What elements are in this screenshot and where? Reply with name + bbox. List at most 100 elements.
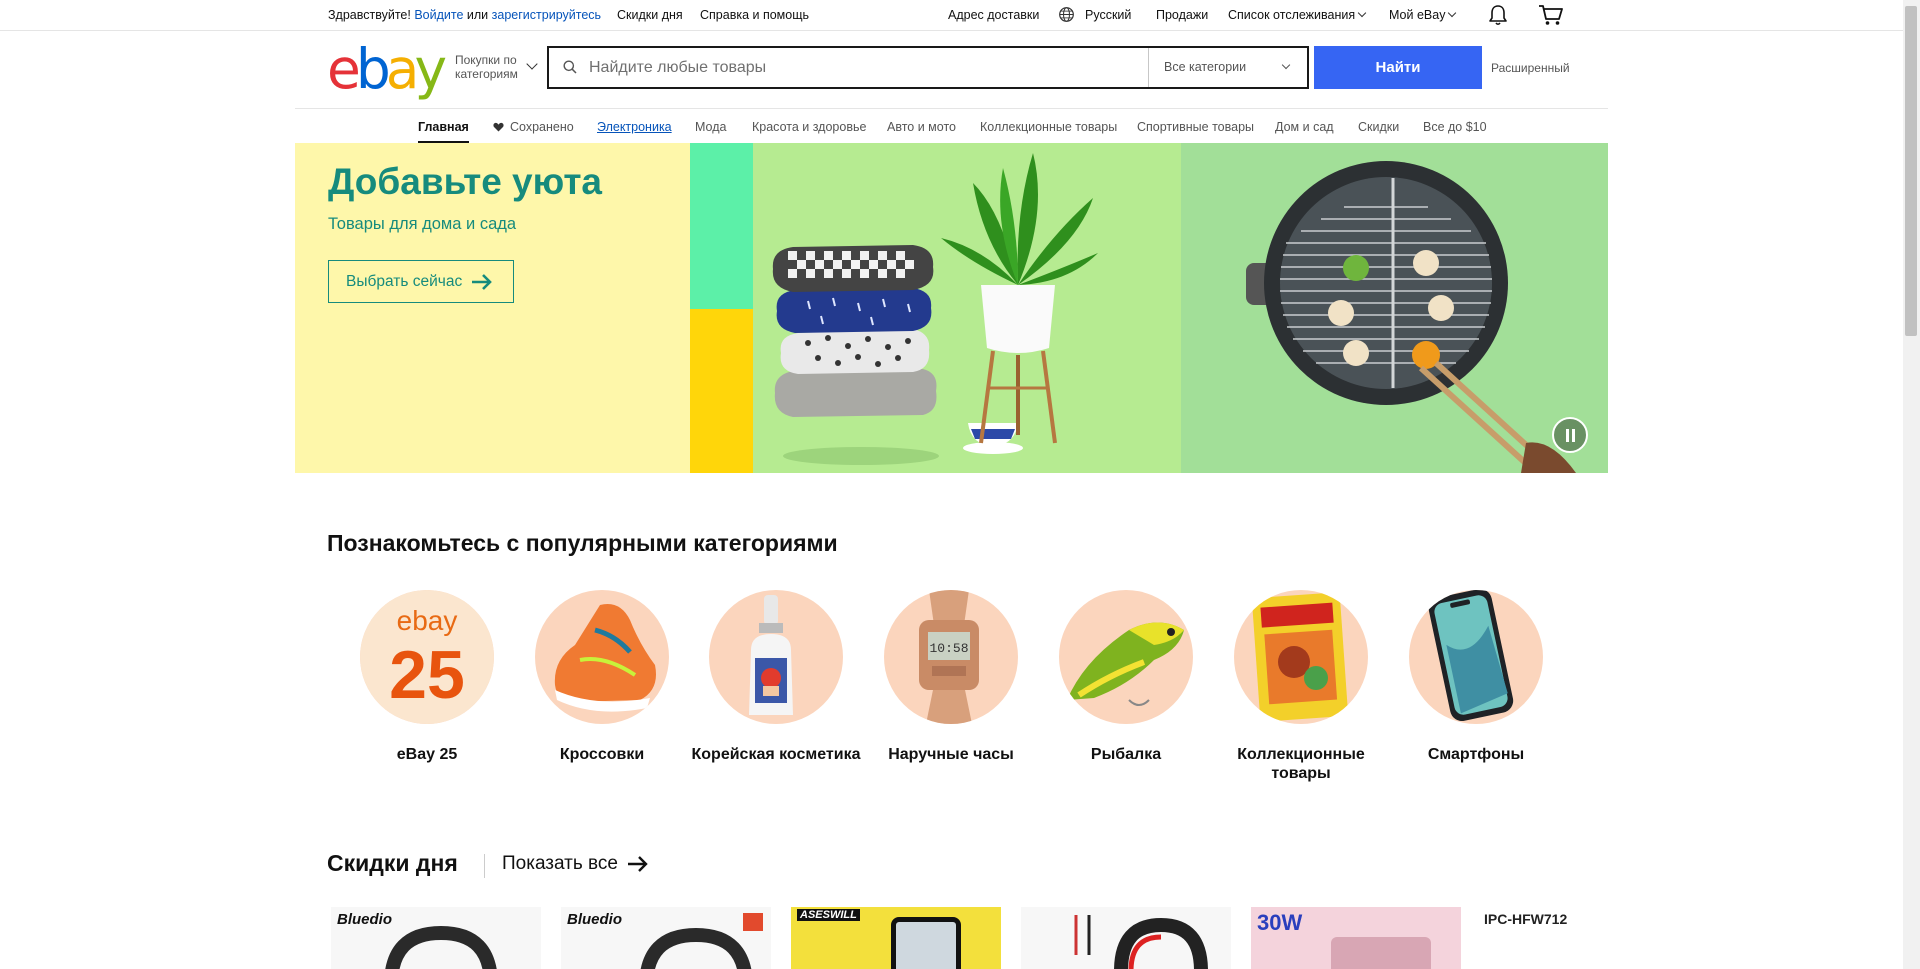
logo-letter-e: e — [327, 37, 361, 101]
show-all-label: Показать все — [502, 853, 618, 874]
hero-banner[interactable]: Добавьте уюта Товары для дома и сада Выб… — [295, 143, 1608, 473]
smartphone-icon — [1409, 590, 1543, 724]
deal-brand: ASESWILL — [797, 909, 860, 921]
shop-by-line2: категориям — [455, 67, 518, 81]
ebay25-number-text: 25 — [389, 637, 465, 713]
deal-card[interactable] — [1021, 907, 1231, 969]
logo-letter-y: y — [414, 37, 446, 101]
charger-icon — [1331, 937, 1431, 969]
categories-title: Познакомьтесь с популярными категориями — [327, 530, 838, 556]
help-link[interactable]: Справка и помощь — [700, 8, 809, 22]
category-label: Наручные часы — [888, 746, 1014, 763]
deal-card[interactable]: Bluedio — [331, 907, 541, 969]
category-label: Корейская косметика — [691, 746, 861, 763]
fishing-lure-icon — [1059, 590, 1193, 724]
daily-deals-link[interactable]: Скидки дня — [617, 8, 683, 22]
category-select-value: Все категории — [1164, 60, 1247, 74]
sneaker-icon — [535, 590, 669, 724]
bell-icon[interactable] — [1488, 4, 1508, 29]
hero-shop-button-label: Выбрать сейчас — [346, 272, 463, 290]
search-button[interactable]: Найти — [1314, 46, 1482, 89]
ebay25-logo-text: ebay — [397, 605, 458, 636]
nav-collectibles[interactable]: Коллекционные товары — [980, 120, 1117, 134]
chevron-down-icon — [1281, 60, 1291, 70]
category-select[interactable]: Все категории — [1148, 48, 1309, 87]
deal-brand: IPC-HFW712 — [1484, 911, 1568, 927]
language-link[interactable]: Русский — [1085, 8, 1131, 22]
deal-card[interactable]: ASESWILL — [791, 907, 1001, 969]
nav-home-garden[interactable]: Дом и сад — [1275, 120, 1334, 134]
shop-by-line1: Покупки по — [455, 53, 517, 67]
show-all-deals-link[interactable]: Показать все — [502, 853, 649, 875]
svg-text:10:58: 10:58 — [929, 641, 968, 656]
nav-fashion[interactable]: Мода — [695, 120, 726, 134]
deal-brand: Bluedio — [567, 911, 622, 928]
category-label: eBay 25 — [396, 746, 458, 763]
logo-letter-b: b — [355, 37, 391, 101]
ship-to-link[interactable]: Адрес доставки — [948, 8, 1039, 22]
chevron-down-icon — [1448, 8, 1457, 18]
deals-divider — [484, 854, 485, 878]
advanced-search-link[interactable]: Расширенный — [1491, 61, 1570, 75]
hero-subtitle: Товары для дома и сада — [328, 215, 517, 233]
cosmetics-bottle-icon — [709, 590, 843, 724]
watchlist-link[interactable]: Список отслеживания — [1228, 8, 1367, 22]
search-input[interactable] — [589, 56, 1089, 80]
scrollbar-thumb[interactable] — [1905, 6, 1917, 336]
sell-link[interactable]: Продажи — [1156, 8, 1208, 22]
watchlist-label: Список отслеживания — [1228, 8, 1356, 22]
nav-deals[interactable]: Скидки — [1358, 120, 1399, 134]
signin-link[interactable]: Войдите — [414, 8, 463, 22]
pause-icon[interactable] — [1552, 417, 1588, 453]
headphones-icon — [640, 927, 752, 969]
nav-saved[interactable]: Сохранено — [493, 120, 574, 134]
deal-card[interactable]: IPC-HFW712 — [1481, 907, 1576, 969]
hero-stripe-yellow — [690, 309, 753, 473]
nav-saved-label: Сохранено — [510, 120, 574, 134]
hero-image-grill — [1181, 143, 1608, 473]
heart-icon — [493, 122, 504, 132]
register-link[interactable]: зарегистрируйтесь — [492, 8, 601, 22]
greeting: Здравствуйте! Войдите или зарегистрируйт… — [328, 8, 601, 22]
hero-image-pillows-plant — [753, 143, 1181, 473]
nav-home[interactable]: Главная — [418, 120, 469, 143]
ebay-logo[interactable]: ebay — [327, 42, 447, 97]
globe-icon — [1058, 6, 1075, 26]
my-ebay-label: Мой eBay — [1389, 8, 1446, 22]
nav-motors[interactable]: Авто и мото — [887, 120, 956, 134]
page-scrollbar[interactable] — [1903, 0, 1920, 969]
my-ebay-link[interactable]: Мой eBay — [1389, 8, 1457, 22]
hero-shop-button[interactable]: Выбрать сейчас — [328, 260, 514, 303]
nav-sporting-goods[interactable]: Спортивные товары — [1137, 120, 1254, 134]
cart-icon[interactable] — [1538, 4, 1563, 29]
headphones-icon — [385, 925, 497, 969]
logo-letter-a: a — [385, 37, 420, 101]
greeting-text: Здравствуйте! — [328, 8, 411, 22]
nav-health-beauty[interactable]: Красота и здоровье — [752, 120, 866, 134]
nav-divider — [295, 108, 1608, 109]
category-label: Коллекционные товары — [1237, 746, 1365, 782]
hero-title: Добавьте уюта — [328, 161, 603, 202]
deal-card[interactable]: 30W — [1251, 907, 1461, 969]
category-label: Рыбалка — [1090, 746, 1162, 763]
comic-book-icon — [1234, 590, 1368, 724]
shop-by-category-button[interactable]: Покупки по категориям — [455, 53, 518, 81]
category-label: Смартфоны — [1427, 746, 1525, 763]
ebay25-icon: ebay 25 — [360, 590, 494, 724]
watch-icon: 10:58 — [884, 590, 1018, 724]
search-box: Все категории — [547, 46, 1309, 89]
nav-under-10[interactable]: Все до $10 — [1423, 120, 1487, 134]
arrow-right-icon — [472, 273, 493, 290]
category-label: Кроссовки — [559, 746, 645, 763]
hero-stripe-green — [690, 143, 753, 309]
chevron-down-icon[interactable] — [526, 58, 538, 70]
chevron-down-icon — [1357, 8, 1367, 18]
search-icon — [563, 60, 577, 74]
deal-card[interactable]: Bluedio — [561, 907, 771, 969]
deal-brand: 30W — [1257, 910, 1303, 935]
top-bar: Здравствуйте! Войдите или зарегистрируйт… — [0, 0, 1903, 31]
or-text: или — [466, 8, 489, 22]
nav-electronics[interactable]: Электроника — [597, 120, 672, 134]
arrow-right-icon — [628, 856, 648, 872]
deals-title: Скидки дня — [327, 850, 458, 876]
